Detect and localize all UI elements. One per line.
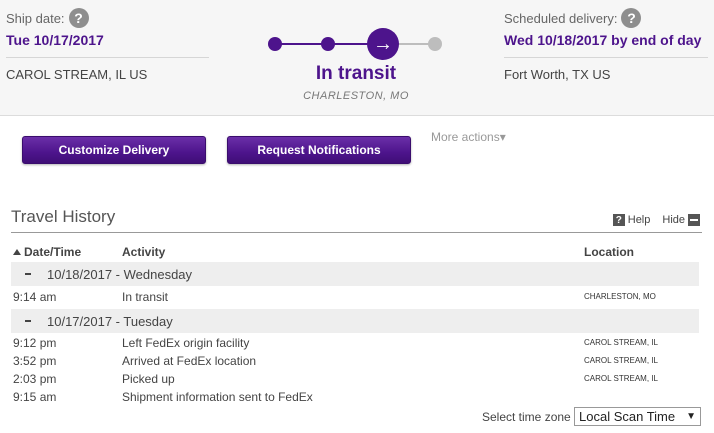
progress-step-delivered xyxy=(428,37,442,51)
col-date-header[interactable]: Date/Time xyxy=(13,245,81,259)
history-rule xyxy=(11,232,702,233)
col-activity-header: Activity xyxy=(122,245,166,259)
sched-label-group: Scheduled delivery: ? xyxy=(504,8,642,28)
shipment-status: In transit xyxy=(315,63,397,84)
event-location: CAROL STREAM, IL xyxy=(584,374,658,383)
event-time: 3:52 pm xyxy=(13,354,57,368)
event-location: CHARLESTON, MO xyxy=(584,292,656,301)
divider xyxy=(6,57,209,58)
customize-delivery-button[interactable]: Customize Delivery xyxy=(22,136,206,164)
help-icon[interactable]: ? xyxy=(612,214,625,226)
event-location: CAROL STREAM, IL xyxy=(584,338,658,347)
request-notifications-button[interactable]: Request Notifications xyxy=(227,136,411,164)
event-time: 9:12 pm xyxy=(13,336,57,350)
minus-icon[interactable] xyxy=(25,273,31,275)
col-date-label: Date/Time xyxy=(24,245,82,259)
minus-icon[interactable] xyxy=(688,214,700,226)
shipment-summary: Ship date: ? Tue 10/17/2017 CAROL STREAM… xyxy=(0,0,714,116)
event-activity: Picked up xyxy=(122,372,175,386)
more-actions-link[interactable]: More actions▾ xyxy=(431,130,506,144)
minus-icon[interactable] xyxy=(25,320,31,322)
dropdown-arrow-icon: ▼ xyxy=(686,411,696,422)
day-group-header[interactable]: 10/17/2017 - Tuesday xyxy=(11,309,699,333)
event-location: CAROL STREAM, IL xyxy=(584,356,658,365)
day-label: 10/17/2017 - Tuesday xyxy=(47,313,173,329)
ship-date: Tue 10/17/2017 xyxy=(6,32,104,48)
col-location-header: Location xyxy=(584,245,634,259)
history-tools: ? Help Hide xyxy=(612,214,700,226)
day-group-header[interactable]: 10/18/2017 - Wednesday xyxy=(11,262,699,286)
sort-up-icon xyxy=(13,249,21,255)
event-activity: Shipment information sent to FedEx xyxy=(122,390,313,404)
day-label: 10/18/2017 - Wednesday xyxy=(47,266,193,282)
event-time: 9:14 am xyxy=(13,290,57,304)
progress-step-shipped xyxy=(268,37,282,51)
divider xyxy=(504,57,708,58)
timezone-label: Select time zone xyxy=(482,410,571,424)
help-icon[interactable]: ? xyxy=(68,8,89,28)
timezone-value: Local Scan Time xyxy=(579,409,676,424)
origin-city: CAROL STREAM, IL US xyxy=(6,67,148,82)
event-activity: Left FedEx origin facility xyxy=(122,336,250,350)
event-time: 9:15 am xyxy=(13,390,57,404)
arrow-right-icon: → xyxy=(367,28,399,60)
travel-history-title: Travel History xyxy=(11,207,116,226)
scheduled-delivery-label: Scheduled delivery: xyxy=(504,10,618,26)
event-activity: In transit xyxy=(122,290,169,304)
timezone-select[interactable]: Local Scan Time ▼ xyxy=(574,407,701,426)
help-link[interactable]: Help xyxy=(628,214,651,226)
event-time: 2:03 pm xyxy=(13,372,57,386)
status-location: CHARLESTON, MO xyxy=(303,90,409,102)
destination-city: Fort Worth, TX US xyxy=(504,67,611,82)
ship-date-label-group: Ship date: ? xyxy=(6,8,89,28)
progress-step-picked xyxy=(321,37,335,51)
ship-date-label: Ship date: xyxy=(6,10,65,26)
hide-link[interactable]: Hide xyxy=(662,214,685,226)
event-activity: Arrived at FedEx location xyxy=(122,354,257,368)
scheduled-delivery-date: Wed 10/18/2017 by end of day xyxy=(504,32,702,48)
help-icon[interactable]: ? xyxy=(621,8,642,28)
